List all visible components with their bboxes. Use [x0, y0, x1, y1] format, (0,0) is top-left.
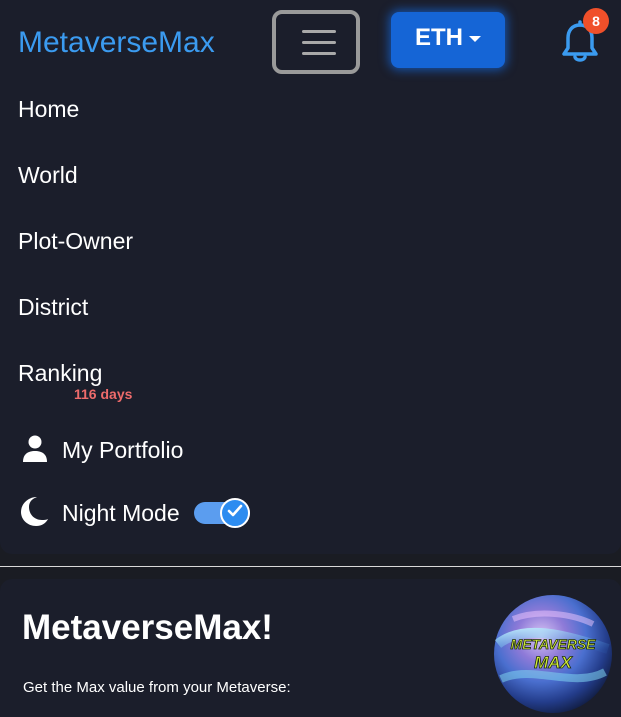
- brand-link[interactable]: MetaverseMax: [18, 26, 215, 60]
- intro-subtitle: Get the Max value from your Metaverse:: [23, 679, 291, 696]
- network-dropdown-button[interactable]: ETH: [391, 12, 505, 68]
- navbar: MetaverseMax ETH 8 Home World Plot-Owner…: [0, 0, 621, 554]
- nav-link-district[interactable]: District: [18, 294, 88, 321]
- user-icon: [20, 433, 50, 468]
- notification-count-badge: 8: [583, 8, 609, 34]
- portfolio-label: My Portfolio: [62, 436, 184, 463]
- night-mode-toggle[interactable]: [193, 498, 250, 528]
- intro-title: MetaverseMax!: [22, 608, 273, 647]
- ranking-days-badge: 116 days: [74, 386, 133, 402]
- nav-link-world[interactable]: World: [18, 162, 78, 189]
- logo-text-line2: MAX: [534, 653, 573, 672]
- nav-link-plot-owner[interactable]: Plot-Owner: [18, 228, 133, 255]
- logo-text-line1: METAVERSE: [510, 636, 596, 652]
- toggle-knob: [219, 498, 250, 528]
- network-label: ETH: [415, 24, 463, 51]
- check-icon: [227, 504, 243, 523]
- page: MetaverseMax ETH 8 Home World Plot-Owner…: [0, 0, 621, 717]
- divider: [0, 566, 621, 567]
- nav-link-my-portfolio[interactable]: My Portfolio: [20, 434, 183, 466]
- caret-down-icon: [469, 36, 481, 42]
- metaversemax-logo: METAVERSE MAX: [493, 594, 613, 714]
- menu-toggle-button[interactable]: [272, 10, 360, 74]
- night-mode-label: Night Mode: [62, 499, 180, 526]
- nav-link-home[interactable]: Home: [18, 96, 79, 123]
- moon-icon: [18, 495, 50, 532]
- nav-link-ranking[interactable]: Ranking: [18, 360, 102, 387]
- night-mode-row: Night Mode: [18, 496, 250, 530]
